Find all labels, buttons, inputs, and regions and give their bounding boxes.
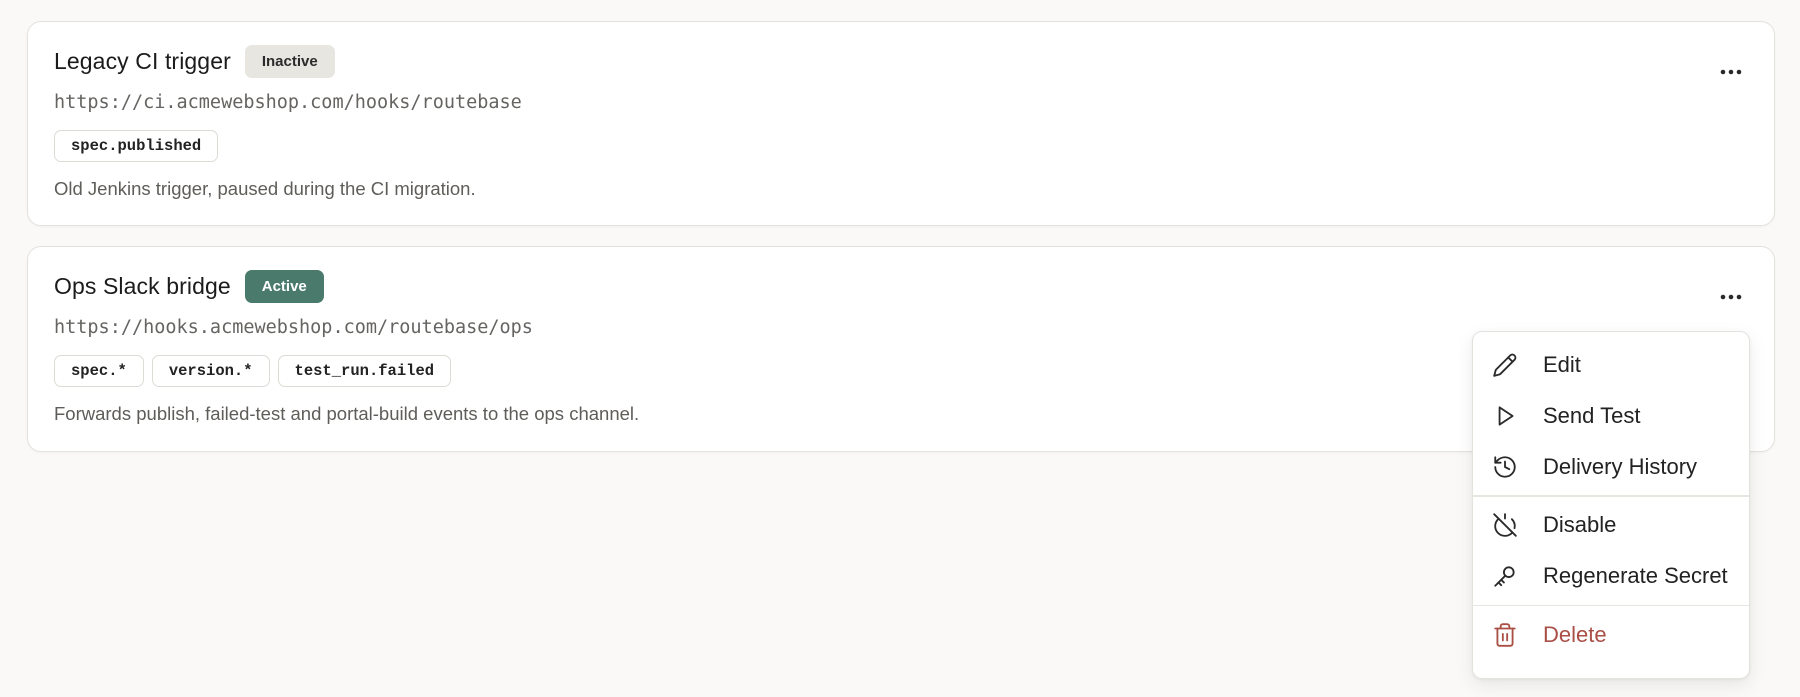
event-tag: version.* xyxy=(151,355,270,387)
power-off-icon xyxy=(1491,511,1519,539)
more-actions-button[interactable] xyxy=(1714,285,1748,309)
event-tags: spec.published xyxy=(54,130,1748,162)
more-horizontal-icon xyxy=(1720,69,1742,75)
menu-item-label: Send Test xyxy=(1543,402,1641,428)
status-badge: Active xyxy=(244,269,324,303)
webhook-name: Ops Slack bridge xyxy=(54,272,231,299)
menu-divider xyxy=(1473,604,1749,606)
history-icon xyxy=(1491,453,1519,481)
more-actions-button[interactable] xyxy=(1714,60,1748,84)
menu-item-label: Delete xyxy=(1543,621,1607,647)
menu-item-regenerate-secret[interactable]: Regenerate Secret xyxy=(1473,551,1749,602)
trash-icon xyxy=(1491,621,1519,649)
more-horizontal-icon xyxy=(1720,294,1742,300)
menu-item-disable[interactable]: Disable xyxy=(1473,500,1749,551)
event-tag: test_run.failed xyxy=(277,355,452,387)
actions-menu: Edit Send Test Delivery History Disable … xyxy=(1472,331,1750,679)
menu-item-label: Delivery History xyxy=(1543,453,1698,479)
webhooks-page: Legacy CI trigger Inactive https://ci.ac… xyxy=(0,0,1800,697)
menu-item-delivery-history[interactable]: Delivery History xyxy=(1473,441,1749,492)
menu-item-label: Disable xyxy=(1543,512,1617,537)
webhook-url: https://ci.acmewebshop.com/hooks/routeba… xyxy=(54,92,522,113)
webhook-card: Legacy CI trigger Inactive https://ci.ac… xyxy=(27,21,1775,226)
menu-divider xyxy=(1473,495,1749,497)
event-tag: spec.* xyxy=(54,355,144,387)
menu-item-label: Regenerate Secret xyxy=(1543,563,1728,588)
menu-item-delete[interactable]: Delete xyxy=(1473,609,1749,660)
menu-item-edit[interactable]: Edit xyxy=(1473,339,1749,390)
status-badge: Inactive xyxy=(244,44,335,78)
play-icon xyxy=(1491,402,1519,430)
pencil-icon xyxy=(1491,351,1519,379)
event-tag: spec.published xyxy=(54,130,219,162)
menu-item-send-test[interactable]: Send Test xyxy=(1473,390,1749,441)
webhook-name: Legacy CI trigger xyxy=(54,47,231,74)
menu-item-label: Edit xyxy=(1543,351,1581,377)
key-icon xyxy=(1491,562,1519,590)
webhook-description: Old Jenkins trigger, paused during the C… xyxy=(54,178,476,199)
